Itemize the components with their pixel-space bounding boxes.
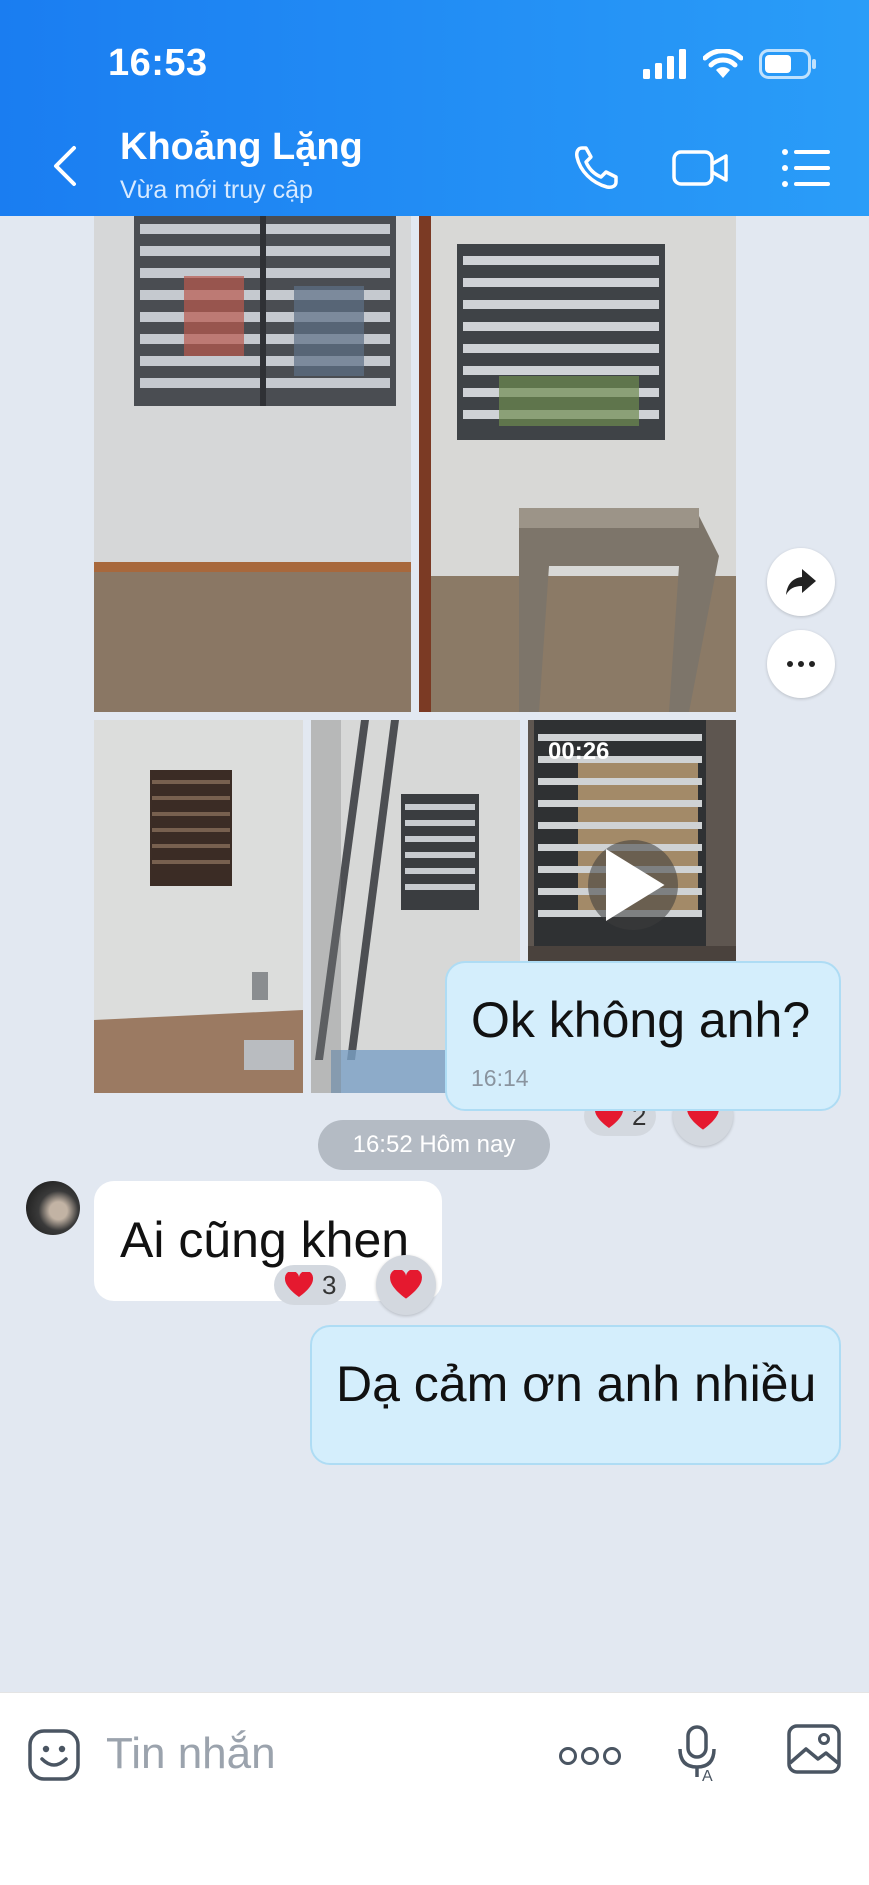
- image-icon[interactable]: [786, 1723, 842, 1775]
- photo-window-2[interactable]: [419, 216, 736, 712]
- message-bubble-outgoing[interactable]: Dạ cảm ơn anh nhiều: [310, 1325, 841, 1465]
- message-time: 16:14: [471, 1065, 529, 1091]
- photo-window-1[interactable]: [94, 216, 411, 712]
- video-call-icon[interactable]: [670, 140, 730, 196]
- message-text: Ai cũng khen: [120, 1212, 410, 1268]
- signal-icon: [643, 49, 686, 79]
- message-composer: Tin nhắn A: [0, 1692, 869, 1885]
- message-bubble-outgoing[interactable]: Ok không anh? 16:14: [445, 961, 841, 1111]
- status-icons: [643, 46, 817, 82]
- share-icon[interactable]: [767, 548, 835, 616]
- message-reaction-summary[interactable]: 3: [274, 1265, 347, 1305]
- message-react-button[interactable]: [376, 1255, 436, 1315]
- back-icon[interactable]: [44, 140, 88, 192]
- chat-thread[interactable]: 00:26 2 Ok không anh? 16:14 16:52 Hôm na…: [0, 216, 869, 1692]
- avatar[interactable]: [26, 1181, 80, 1235]
- more-dots-icon[interactable]: [558, 1745, 622, 1767]
- status-time: 16:53: [108, 42, 208, 84]
- video-duration: 00:26: [548, 738, 610, 765]
- message-text: Ok không anh?: [471, 992, 811, 1048]
- play-icon[interactable]: [588, 840, 678, 930]
- message-input[interactable]: Tin nhắn: [106, 1729, 276, 1779]
- heart-icon: [390, 1270, 422, 1299]
- message-text: Dạ cảm ơn anh nhiều: [336, 1356, 817, 1412]
- list-menu-icon[interactable]: [776, 140, 836, 196]
- date-separator: 16:52 Hôm nay: [318, 1120, 550, 1170]
- contact-name[interactable]: Khoảng Lặng: [120, 126, 363, 169]
- phone-icon[interactable]: [568, 140, 628, 196]
- more-options-icon[interactable]: [767, 630, 835, 698]
- photo-window-3[interactable]: [94, 720, 303, 1093]
- wifi-icon: [703, 49, 743, 78]
- battery-icon: [759, 49, 816, 79]
- contact-status: Vừa mới truy cập: [120, 176, 313, 204]
- voice-text-icon[interactable]: A: [676, 1723, 720, 1783]
- chat-header: 16:53 Khoảng Lặng Vừa mới truy cập: [0, 0, 869, 216]
- message-reaction-count: 3: [322, 1269, 337, 1300]
- heart-icon: [284, 1272, 314, 1297]
- svg-text:A: A: [702, 1768, 713, 1783]
- emoji-icon[interactable]: [26, 1727, 82, 1783]
